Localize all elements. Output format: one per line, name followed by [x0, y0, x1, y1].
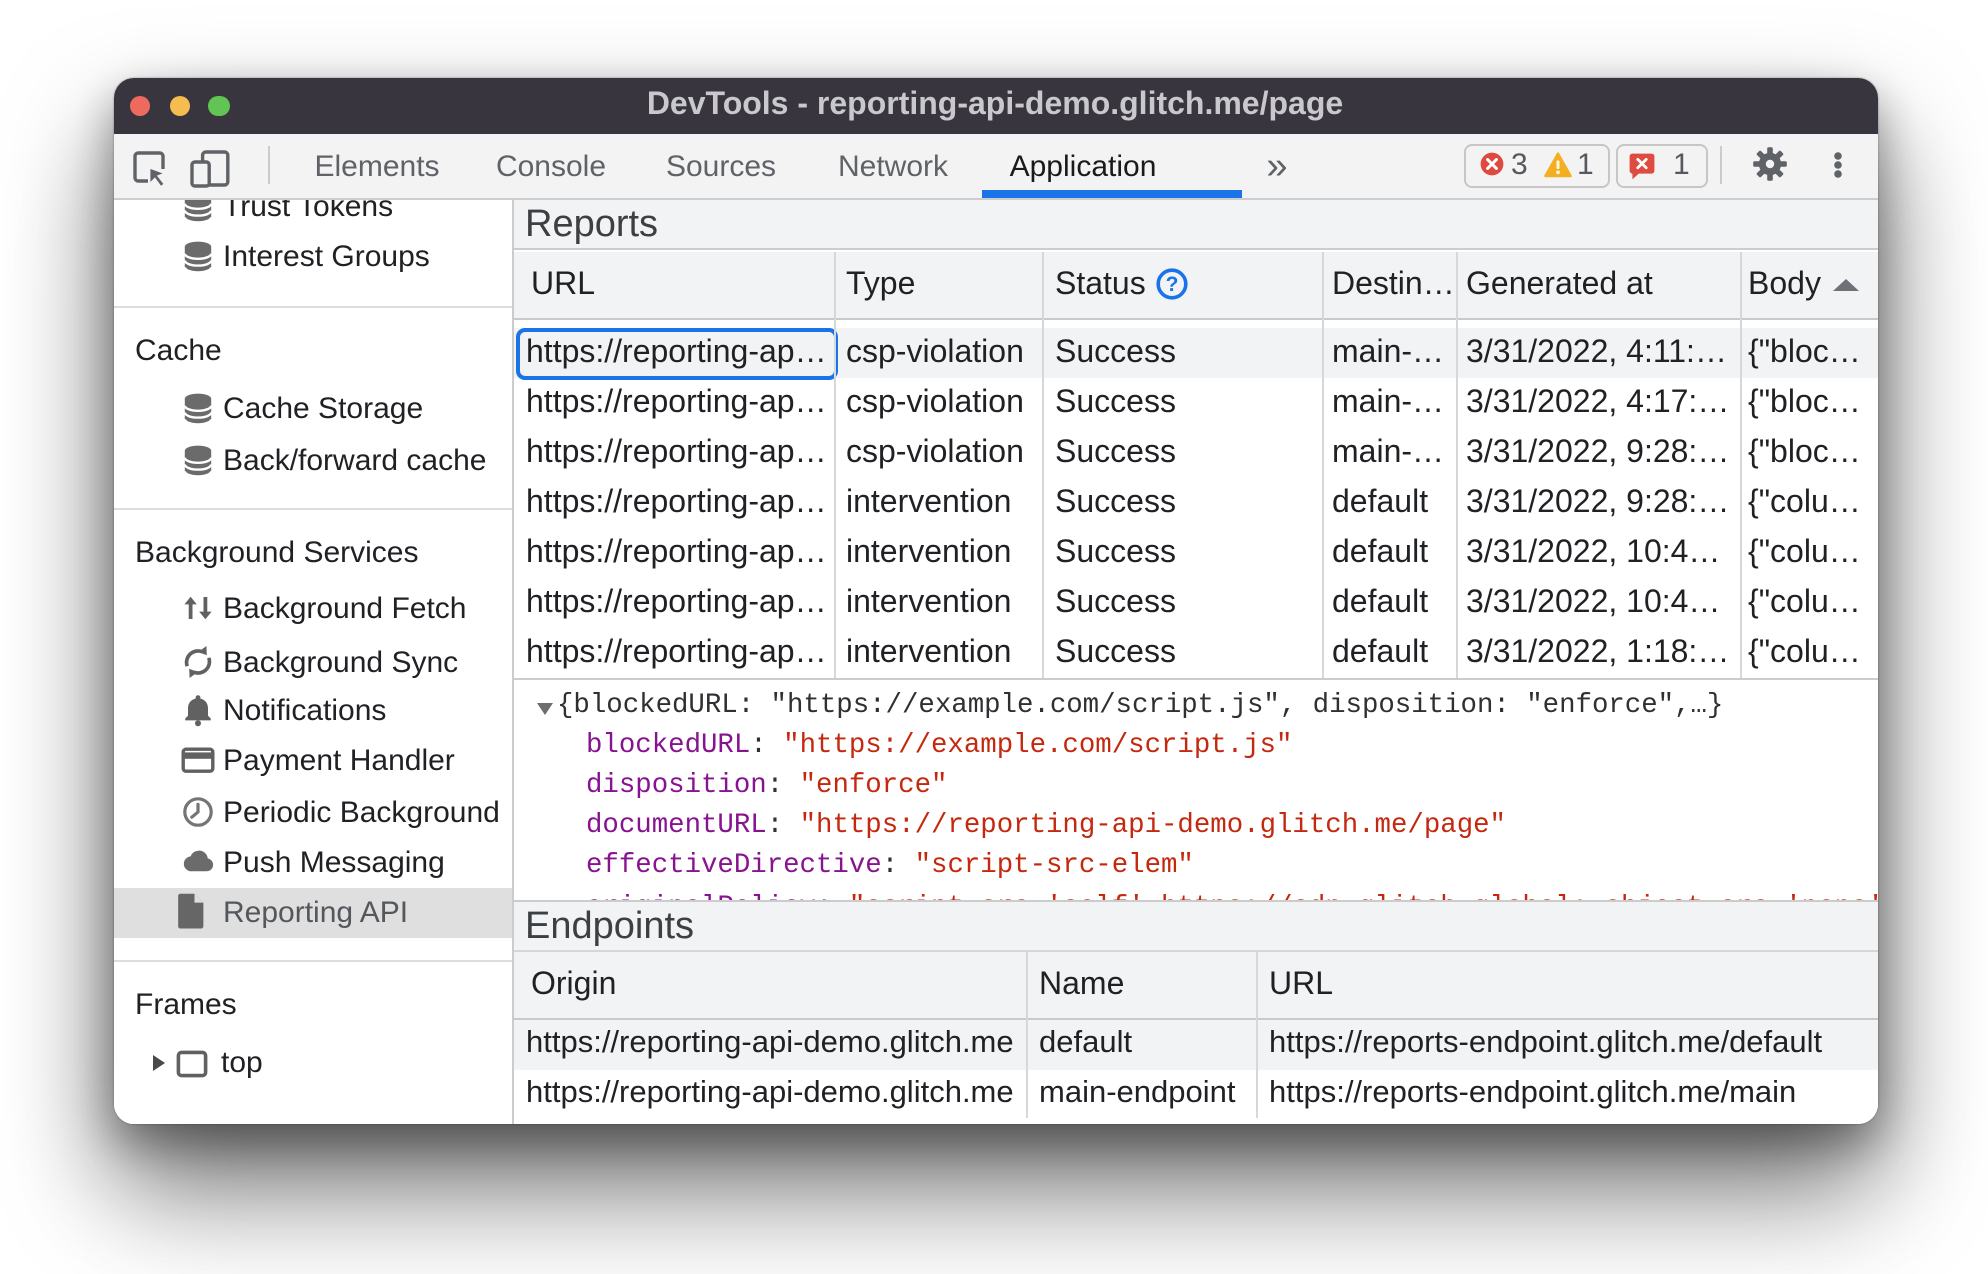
- svg-text:?: ?: [1165, 273, 1178, 296]
